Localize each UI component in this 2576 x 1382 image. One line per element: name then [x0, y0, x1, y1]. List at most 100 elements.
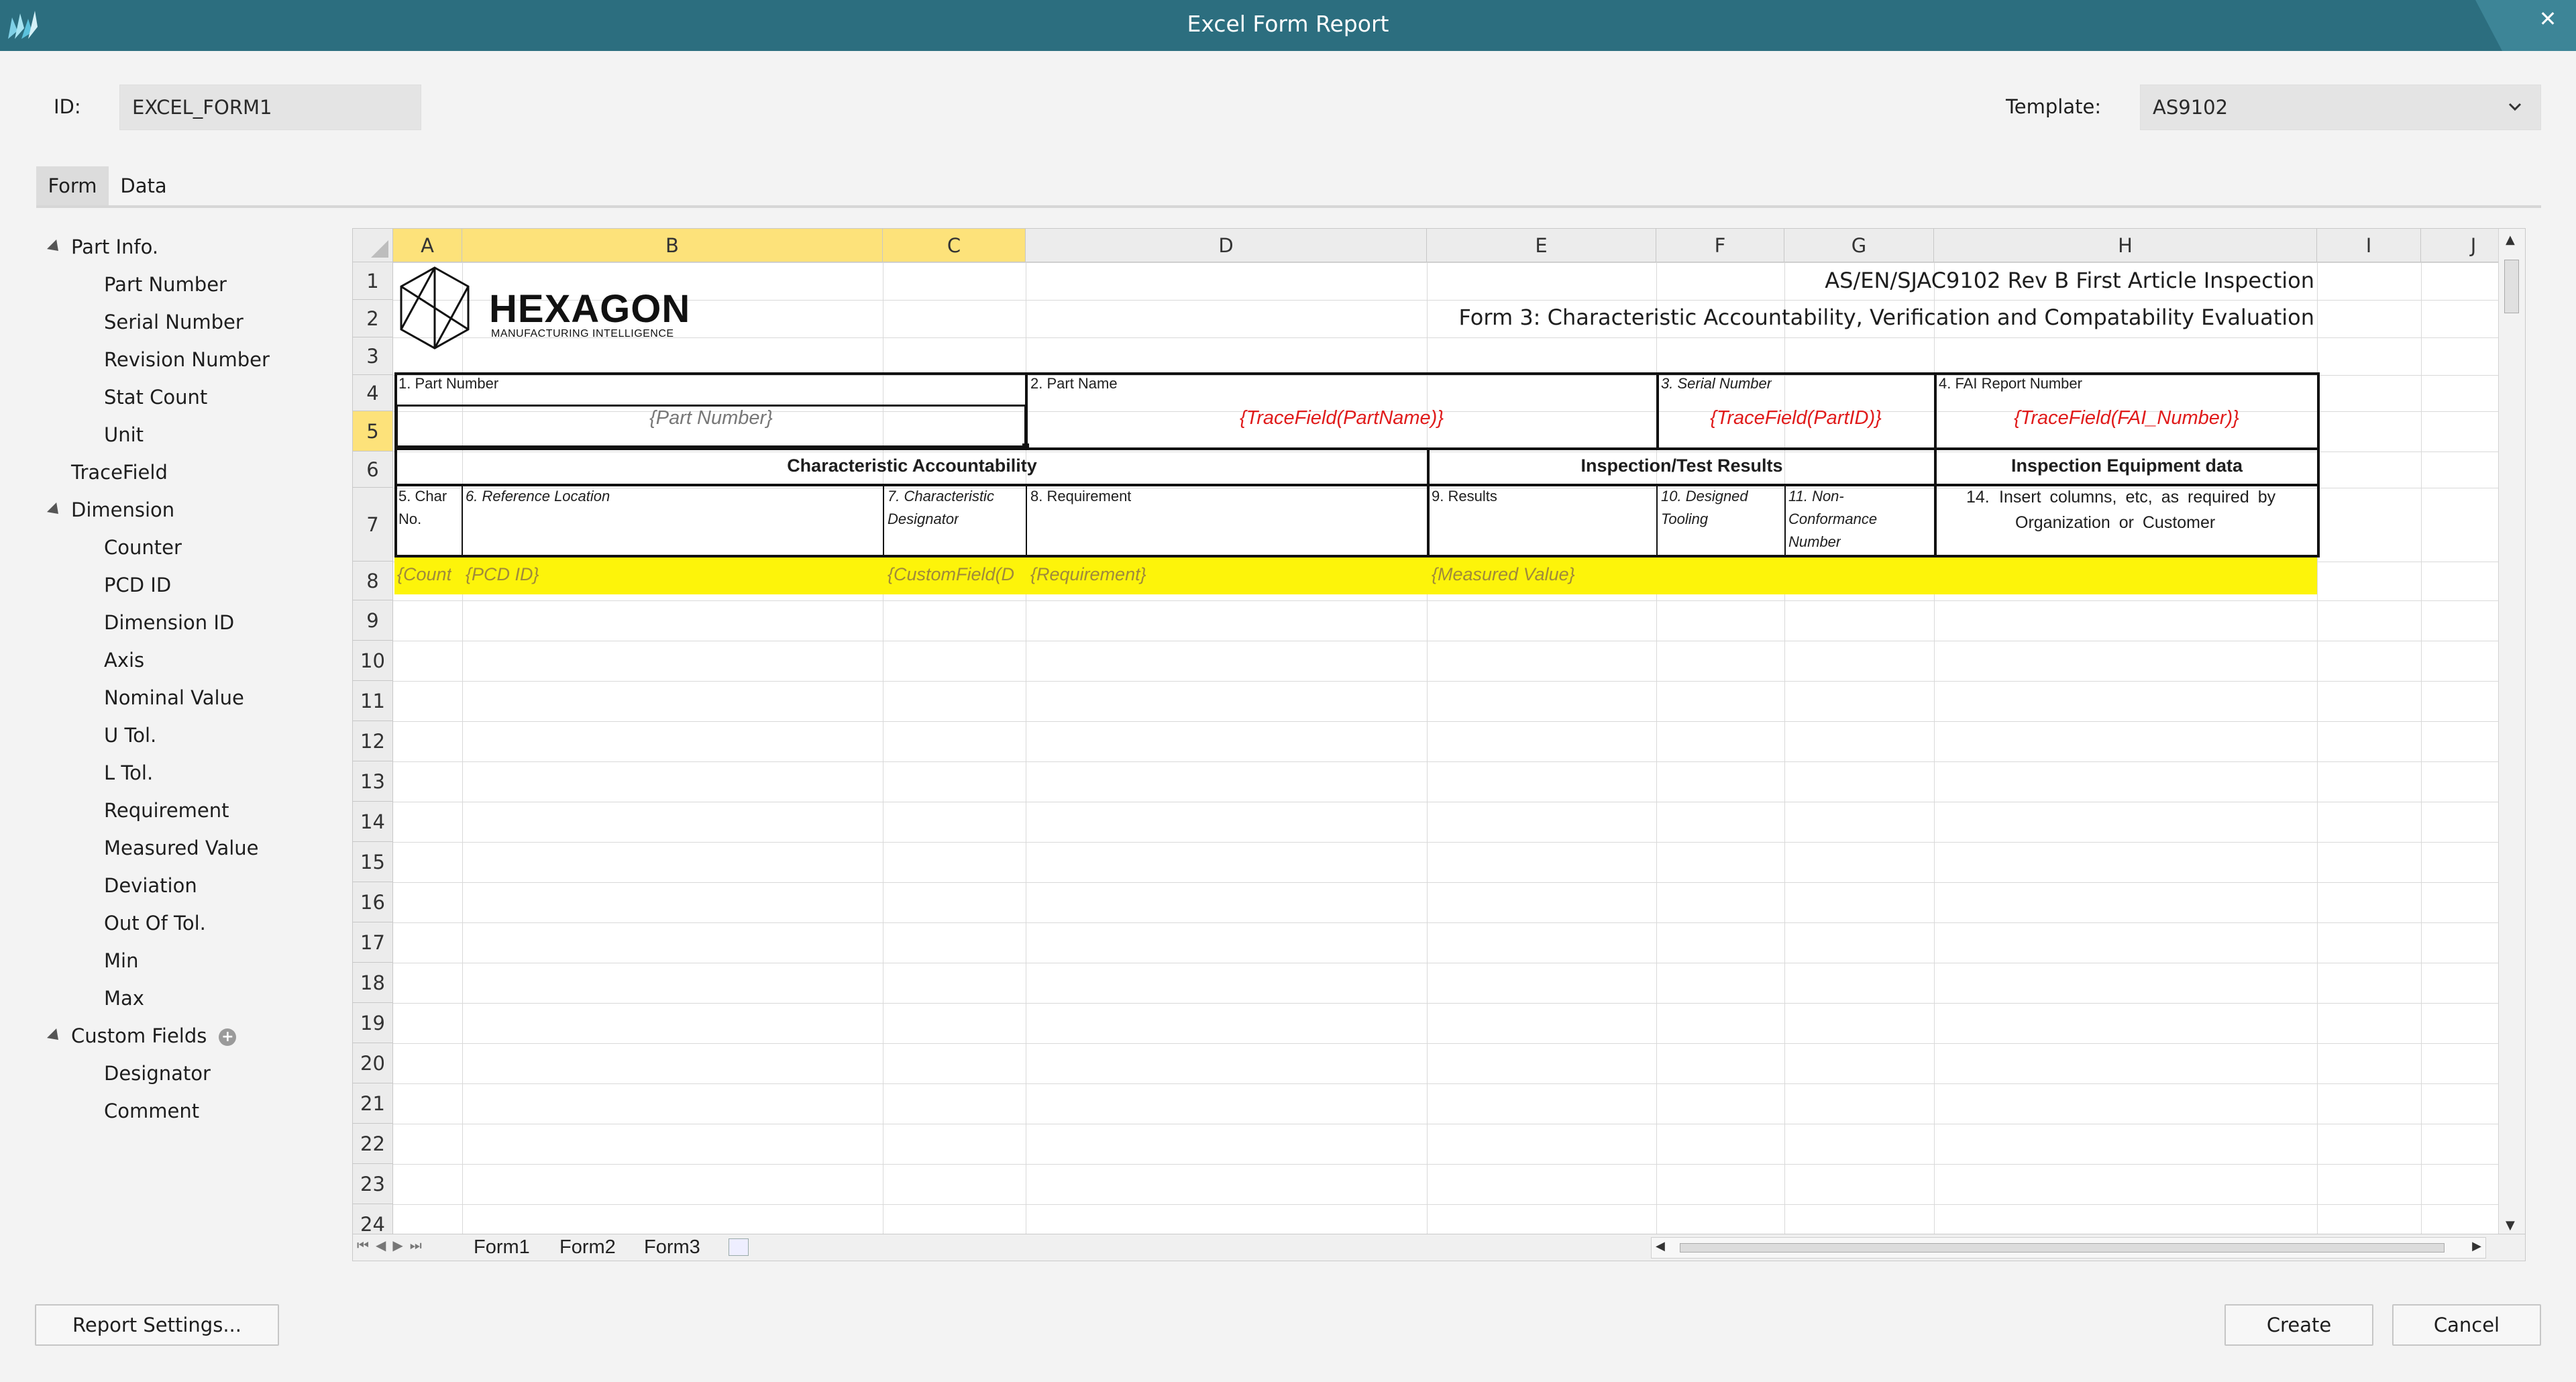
tree-item-designator[interactable]: Designator	[104, 1055, 211, 1092]
tab-form[interactable]: Form	[36, 166, 109, 205]
fai-number-field[interactable]: {TraceField(FAI_Number)}	[1936, 407, 2317, 429]
column-header-b[interactable]: B	[462, 229, 883, 262]
scroll-down-icon[interactable]: ▼	[2506, 1218, 2515, 1232]
tree-item-max[interactable]: Max	[104, 979, 144, 1017]
part-name-field[interactable]: {TraceField(PartName)}	[1028, 407, 1656, 429]
row-header-1[interactable]: 1	[353, 262, 393, 300]
sheet-nav-arrows-icon[interactable]: ⏮◀▶⏭	[357, 1237, 429, 1253]
column-header-e[interactable]: E	[1427, 229, 1656, 262]
tab-data[interactable]: Data	[111, 166, 176, 205]
row-header-19[interactable]: 19	[353, 1003, 393, 1043]
border-line	[883, 484, 884, 557]
column-header-i[interactable]: I	[2317, 229, 2421, 262]
tree-group-part-info[interactable]: Part Info.	[71, 228, 158, 266]
column-header-a[interactable]: A	[393, 229, 462, 262]
tree-item-unit[interactable]: Unit	[104, 416, 144, 454]
row-header-18[interactable]: 18	[353, 963, 393, 1003]
template-select[interactable]: AS9102	[2140, 85, 2541, 130]
create-button[interactable]: Create	[2224, 1304, 2373, 1346]
row-header-16[interactable]: 16	[353, 882, 393, 922]
tree-item-deviation[interactable]: Deviation	[104, 867, 197, 904]
border-line	[394, 555, 2320, 557]
row-header-7[interactable]: 7	[353, 488, 393, 562]
row-header-17[interactable]: 17	[353, 922, 393, 963]
tree-item-requirement[interactable]: Requirement	[104, 792, 229, 829]
row-header-13[interactable]: 13	[353, 761, 393, 802]
spreadsheet[interactable]: ABCDEFGHIJ 1 2 3 4 5 6 7 8 9 10 11 12 13 14 15 16 17 18 19…	[352, 228, 2526, 1261]
tree-item-counter[interactable]: Counter	[104, 529, 182, 566]
tree-item-min[interactable]: Min	[104, 942, 138, 979]
cancel-button[interactable]: Cancel	[2392, 1304, 2541, 1346]
new-sheet-icon[interactable]	[729, 1238, 749, 1256]
column-header-h[interactable]: H	[1934, 229, 2317, 262]
row-header-5[interactable]: 5	[353, 411, 393, 451]
sheet-tab-form1[interactable]: Form1	[474, 1236, 530, 1259]
row-header-15[interactable]: 15	[353, 842, 393, 882]
vertical-scrollbar[interactable]: ▲ ▼	[2498, 229, 2525, 1235]
tree-item-dimension-id[interactable]: Dimension ID	[104, 604, 234, 641]
tree-item-pcd-id[interactable]: PCD ID	[104, 566, 171, 604]
expand-caret-icon[interactable]	[46, 1028, 64, 1045]
tree-item-nominal-value[interactable]: Nominal Value	[104, 679, 244, 716]
sheet-tab-form3[interactable]: Form3	[644, 1236, 700, 1259]
sheet-tab-form2[interactable]: Form2	[559, 1236, 616, 1259]
close-icon[interactable]: ✕	[2534, 5, 2561, 32]
id-label: ID:	[54, 95, 81, 118]
count-placeholder[interactable]: {Count	[397, 564, 451, 585]
row-header-23[interactable]: 23	[353, 1164, 393, 1204]
expand-caret-icon[interactable]	[46, 502, 64, 519]
vertical-scroll-thumb[interactable]	[2504, 260, 2519, 313]
part-id-field[interactable]: {TraceField(PartID)}	[1658, 407, 1933, 429]
header-equipment-data: Inspection Equipment data	[2010, 456, 2243, 476]
row-header-11[interactable]: 11	[353, 681, 393, 721]
row-header-20[interactable]: 20	[353, 1043, 393, 1083]
horizontal-scroll-thumb[interactable]	[1680, 1243, 2445, 1253]
tree-item-axis[interactable]: Axis	[104, 641, 144, 679]
tree-item-serial-number[interactable]: Serial Number	[104, 303, 244, 341]
row-header-21[interactable]: 21	[353, 1083, 393, 1124]
part-number-placeholder[interactable]: {Part Number}	[396, 407, 1026, 429]
id-field[interactable]: EXCEL_FORM1	[119, 85, 421, 130]
row-header-14[interactable]: 14	[353, 802, 393, 842]
row-header-22[interactable]: 22	[353, 1124, 393, 1164]
tree-item-stat-count[interactable]: Stat Count	[104, 378, 207, 416]
horizontal-scrollbar[interactable]: ◀ ▶	[1651, 1237, 2486, 1259]
tree-item-l-tol[interactable]: L Tol.	[104, 754, 153, 792]
tree-item-measured-value[interactable]: Measured Value	[104, 829, 259, 867]
report-settings-button[interactable]: Report Settings...	[35, 1304, 279, 1346]
row-header-12[interactable]: 12	[353, 721, 393, 761]
expand-caret-icon[interactable]	[46, 239, 64, 256]
row-header-3[interactable]: 3	[353, 337, 393, 375]
column-header-f[interactable]: F	[1656, 229, 1784, 262]
column-header-g[interactable]: G	[1784, 229, 1934, 262]
tree-item-revision-number[interactable]: Revision Number	[104, 341, 270, 378]
row-header-10[interactable]: 10	[353, 641, 393, 681]
column-header-c[interactable]: C	[883, 229, 1026, 262]
label-fai-report: 4. FAI Report Number	[1939, 375, 2082, 392]
row-header-8[interactable]: 8	[353, 562, 393, 600]
row-header-9[interactable]: 9	[353, 600, 393, 641]
tree-group-dimension[interactable]: Dimension	[71, 491, 174, 529]
tree-item-comment[interactable]: Comment	[104, 1092, 199, 1130]
add-custom-field-icon[interactable]: +	[219, 1028, 237, 1046]
gridline	[393, 1043, 2500, 1044]
border-line	[1026, 484, 1027, 557]
column-header-d[interactable]: D	[1026, 229, 1427, 262]
tree-group-custom-fields[interactable]: Custom Fields +	[71, 1017, 237, 1055]
requirement-placeholder[interactable]: {Requirement}	[1030, 564, 1146, 585]
measured-value-placeholder[interactable]: {Measured Value}	[1432, 564, 1575, 585]
row-header-6[interactable]: 6	[353, 451, 393, 488]
scroll-left-icon[interactable]: ◀	[1656, 1239, 1665, 1253]
tree-item-u-tol[interactable]: U Tol.	[104, 716, 156, 754]
tree-item-out-of-tol[interactable]: Out Of Tol.	[104, 904, 206, 942]
fill-handle[interactable]	[1022, 443, 1029, 450]
scroll-right-icon[interactable]: ▶	[2472, 1239, 2481, 1253]
select-all-corner[interactable]	[353, 229, 393, 262]
tree-group-tracefield[interactable]: TraceField	[71, 454, 168, 491]
scroll-up-icon[interactable]: ▲	[2506, 233, 2515, 247]
row-header-4[interactable]: 4	[353, 375, 393, 411]
pcd-id-placeholder[interactable]: {PCD ID}	[466, 564, 539, 585]
tree-item-part-number[interactable]: Part Number	[104, 266, 227, 303]
custom-field-placeholder[interactable]: {CustomField(D	[888, 564, 1024, 585]
row-header-2[interactable]: 2	[353, 300, 393, 337]
